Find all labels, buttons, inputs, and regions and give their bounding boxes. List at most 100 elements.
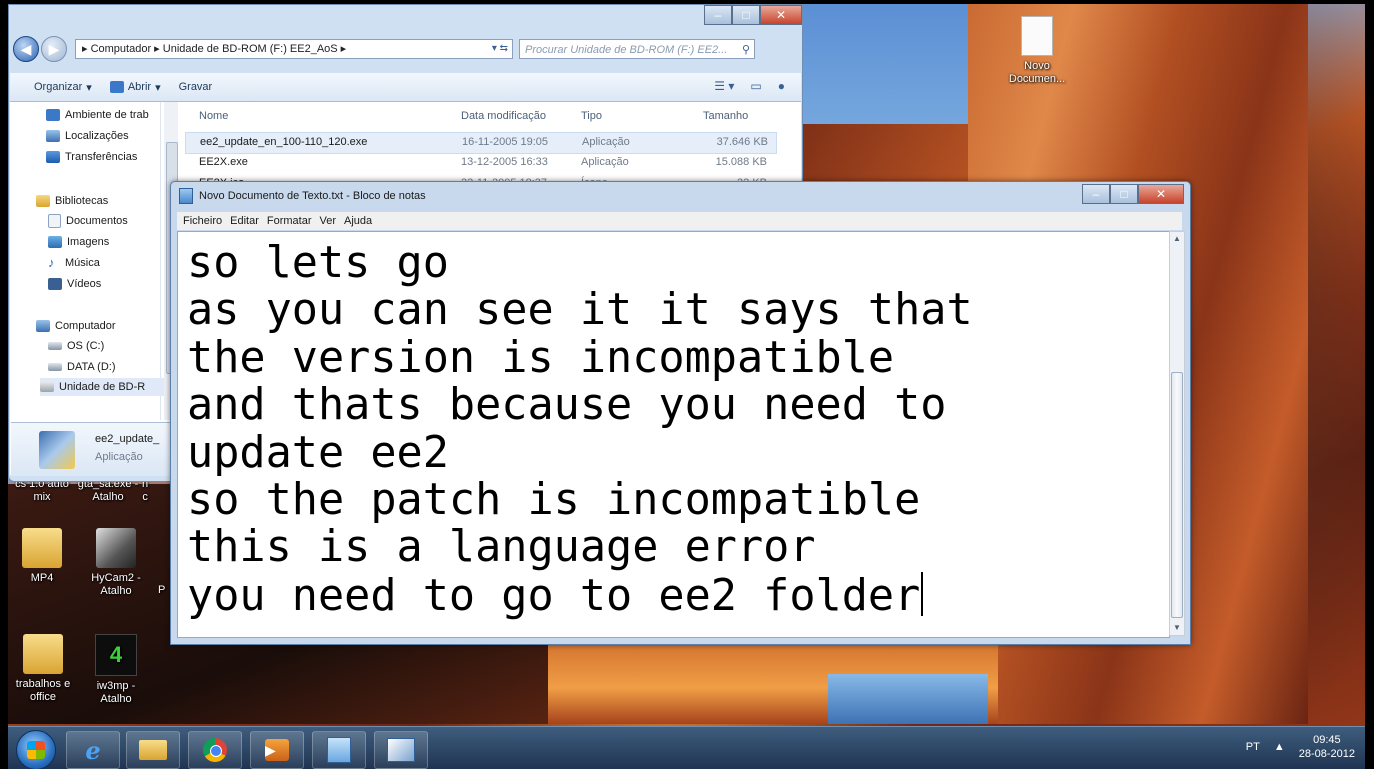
text-line: so lets go: [187, 238, 449, 288]
taskbar: e ▶ PT ▲ 09:45 28-08-2012: [8, 726, 1365, 769]
text-line: you need to go to ee2 folder: [187, 570, 921, 621]
menu-help[interactable]: Ajuda: [344, 215, 372, 227]
computer-icon: [36, 320, 50, 332]
text-line: as you can see it it says that: [187, 285, 973, 336]
desktop-icon-mp4[interactable]: MP4: [12, 528, 72, 585]
text-caret: [921, 571, 924, 616]
maximize-button[interactable]: □: [732, 5, 760, 25]
search-input[interactable]: Procurar Unidade de BD-ROM (F:) EE2... ⚲: [519, 39, 755, 59]
drive-icon: [48, 342, 62, 350]
menu-view[interactable]: Ver: [320, 215, 337, 227]
nav-item-label: Unidade de BD-R: [59, 381, 146, 393]
preview-pane-icon[interactable]: ▭: [750, 79, 761, 93]
start-button[interactable]: [16, 730, 56, 769]
maximize-button[interactable]: □: [1110, 184, 1138, 204]
command-bar: Organizar ▾ Abrir ▾ Gravar ☰ ▾ ▭ ●: [10, 73, 801, 102]
search-placeholder: Procurar Unidade de BD-ROM (F:) EE2...: [525, 44, 728, 56]
burn-label: Gravar: [178, 81, 213, 93]
forward-button[interactable]: ▶: [41, 36, 67, 62]
desktop-icon-hycam2[interactable]: HyCam2 - Atalho: [84, 528, 148, 598]
close-button[interactable]: ✕: [1138, 184, 1184, 204]
column-header-size[interactable]: Tamanho: [703, 110, 748, 122]
address-bar[interactable]: ▸ Computador ▸ Unidade de BD-ROM (F:) EE…: [75, 39, 513, 59]
open-button[interactable]: Abrir ▾: [109, 81, 161, 94]
text-line: and thats because you need to: [187, 380, 947, 431]
breadcrumb-segment[interactable]: Computador: [91, 43, 152, 55]
drive-icon: [48, 363, 62, 371]
nav-item-label: Ambiente de trab: [65, 109, 149, 121]
taskbar-chrome[interactable]: [188, 731, 242, 769]
search-icon[interactable]: ⚲: [742, 40, 754, 58]
breadcrumb: ▸ Computador ▸ Unidade de BD-ROM (F:) EE…: [82, 43, 347, 55]
desktop-icon-label: MP4: [30, 572, 54, 584]
nav-item-bd-drive[interactable]: Unidade de BD-R: [40, 378, 164, 396]
column-header-name[interactable]: Nome: [199, 110, 228, 122]
libraries-icon: [36, 195, 50, 207]
file-row[interactable]: EE2X.exe 13-12-2005 16:33 Aplicação 15.0…: [185, 153, 775, 173]
folder-icon: [23, 634, 63, 674]
installer-icon: [39, 431, 75, 469]
organize-button[interactable]: Organizar ▾: [34, 81, 92, 94]
minimize-button[interactable]: ‒: [704, 5, 732, 25]
camera-icon: [96, 528, 136, 568]
wallpaper-water: [828, 674, 988, 724]
text-line: update ee2: [187, 427, 449, 478]
clock[interactable]: 09:45 28-08-2012: [1299, 733, 1355, 761]
navigation-bar: ◀ ▶ ▸ Computador ▸ Unidade de BD-ROM (F:…: [13, 35, 798, 63]
notepad-window: Novo Documento de Texto.txt - Bloco de n…: [170, 181, 1191, 645]
desktop-icon-label: iw3mp - Atalho: [96, 680, 136, 705]
taskbar-internet-explorer[interactable]: e: [66, 731, 120, 769]
column-headers: Nome Data modificação Tipo Tamanho: [185, 110, 785, 130]
nav-item-label: Computador: [55, 320, 116, 332]
pictures-icon: [48, 236, 62, 248]
minimize-button[interactable]: ‒: [1082, 184, 1110, 204]
music-icon: ♪: [48, 255, 55, 270]
folder-icon: [22, 528, 62, 568]
desktop-icon-iw3mp[interactable]: 4 iw3mp - Atalho: [84, 634, 148, 706]
bd-drive-icon: [40, 382, 54, 392]
nav-item-label: Bibliotecas: [55, 195, 109, 207]
breadcrumb-segment[interactable]: Unidade de BD-ROM (F:) EE2_AoS: [163, 43, 338, 55]
show-hidden-icons-icon[interactable]: ▲: [1274, 741, 1285, 753]
burn-button[interactable]: Gravar: [179, 81, 213, 93]
notepad-titlebar: Novo Documento de Texto.txt - Bloco de n…: [179, 186, 426, 206]
desktop-icon-new-text-document[interactable]: Novo Documen...: [1002, 16, 1072, 86]
file-type: Aplicação: [581, 156, 629, 168]
taskbar-media-player[interactable]: ▶: [250, 731, 304, 769]
refresh-icon[interactable]: ▾ ⇆: [492, 39, 512, 59]
scroll-up-arrow-icon[interactable]: ▲: [1170, 232, 1184, 246]
scrollbar-thumb[interactable]: [1171, 372, 1183, 618]
taskbar-notepad[interactable]: [312, 731, 366, 769]
desktop-icon-label: Novo Documen...: [1008, 60, 1066, 85]
file-size: 15.088 KB: [715, 156, 767, 168]
menu-file[interactable]: Ficheiro: [183, 215, 222, 227]
menu-edit[interactable]: Editar: [230, 215, 259, 227]
taskbar-file-explorer[interactable]: [126, 731, 180, 769]
back-button[interactable]: ◀: [13, 36, 39, 62]
menu-format[interactable]: Formatar: [267, 215, 312, 227]
vertical-scrollbar[interactable]: ▲ ▼: [1169, 231, 1185, 636]
navigation-pane: Ambiente de trab Localizações Transferên…: [10, 102, 164, 420]
language-indicator[interactable]: PT: [1246, 741, 1260, 753]
view-options-icon[interactable]: ☰ ▾: [714, 79, 734, 93]
column-header-type[interactable]: Tipo: [581, 110, 602, 122]
places-icon: [46, 130, 60, 142]
column-header-date[interactable]: Data modificação: [461, 110, 546, 122]
videos-icon: [48, 278, 62, 290]
close-button[interactable]: ✕: [760, 5, 802, 25]
file-name: ee2_update_en_100-110_120.exe: [200, 136, 368, 148]
help-icon[interactable]: ●: [778, 79, 785, 93]
documents-icon: [48, 214, 61, 228]
file-type: Aplicação: [582, 136, 630, 148]
nav-item-label: Imagens: [67, 236, 110, 248]
scroll-down-arrow-icon[interactable]: ▼: [1170, 621, 1184, 635]
file-row[interactable]: ee2_update_en_100-110_120.exe 16-11-2005…: [185, 132, 777, 154]
file-explorer-icon: [139, 740, 167, 760]
text-line: this is a language error: [187, 522, 816, 573]
internet-explorer-icon: e: [85, 735, 101, 765]
taskbar-hycam[interactable]: [374, 731, 428, 769]
partial-label: c: [142, 491, 148, 503]
text-editor[interactable]: so lets go as you can see it it says that…: [177, 231, 1170, 638]
file-date: 13-12-2005 16:33: [461, 156, 548, 168]
desktop-icon-trabalhos-office[interactable]: trabalhos e office: [10, 634, 76, 704]
